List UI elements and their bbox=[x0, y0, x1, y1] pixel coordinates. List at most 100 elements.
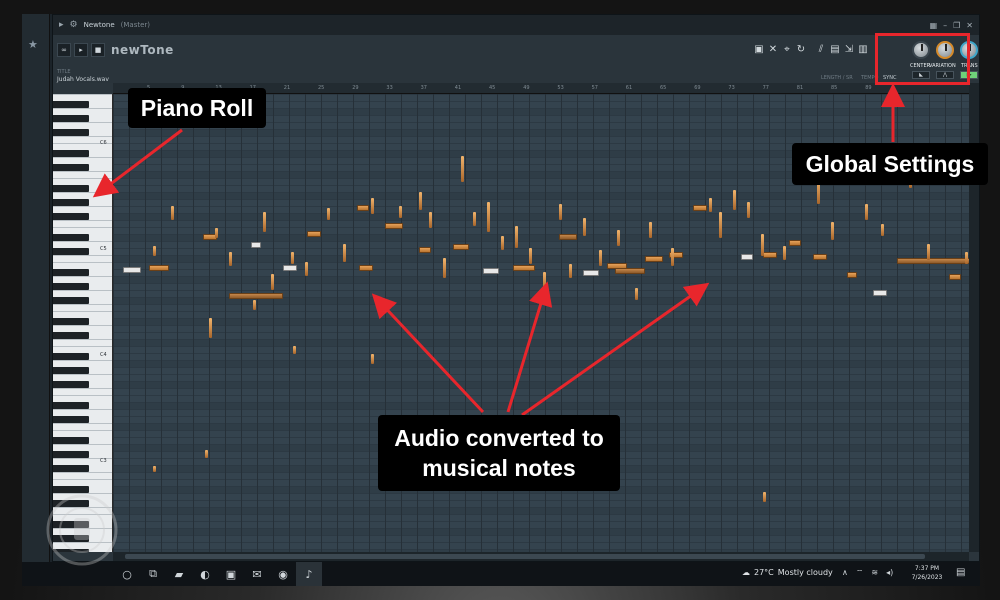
pitch-blob[interactable] bbox=[649, 222, 652, 238]
pitch-blob[interactable] bbox=[559, 204, 562, 220]
file-explorer-icon[interactable]: ▰ bbox=[166, 562, 192, 586]
pitch-blob[interactable] bbox=[965, 252, 968, 264]
edge-icon[interactable]: ◐ bbox=[192, 562, 218, 586]
pitch-blob[interactable] bbox=[881, 224, 884, 236]
pitch-blob[interactable] bbox=[583, 218, 586, 236]
pitch-blob[interactable] bbox=[599, 250, 602, 266]
arrow-right-icon[interactable]: ▸ bbox=[59, 20, 64, 30]
pitch-blob[interactable] bbox=[635, 288, 638, 300]
black-key[interactable] bbox=[53, 269, 89, 276]
pitch-blob[interactable] bbox=[763, 492, 766, 502]
note[interactable] bbox=[419, 247, 431, 253]
note[interactable] bbox=[251, 242, 261, 248]
black-key[interactable] bbox=[53, 185, 89, 192]
black-key[interactable] bbox=[53, 150, 89, 157]
export-icon[interactable]: ⇲ bbox=[843, 43, 855, 55]
pitch-blob[interactable] bbox=[209, 318, 212, 338]
note[interactable] bbox=[483, 268, 499, 274]
pitch-blob[interactable] bbox=[343, 244, 346, 262]
slice-icon[interactable]: ⫽ bbox=[815, 43, 827, 55]
volume-icon[interactable]: ◂) bbox=[886, 568, 893, 578]
pitch-blob[interactable] bbox=[215, 228, 218, 238]
app-icon[interactable]: ◉ bbox=[270, 562, 296, 586]
black-key[interactable] bbox=[53, 465, 89, 472]
pitch-blob[interactable] bbox=[487, 202, 490, 232]
note[interactable] bbox=[897, 258, 969, 264]
gear-icon[interactable]: ⚙ bbox=[70, 20, 78, 30]
black-key[interactable] bbox=[53, 234, 89, 241]
clock[interactable]: 7:37 PM 7/26/2023 bbox=[910, 564, 944, 582]
black-key[interactable] bbox=[53, 248, 89, 255]
star-icon[interactable]: ★ bbox=[28, 38, 38, 51]
loop-button[interactable]: ∞ bbox=[57, 43, 71, 57]
wifi-icon[interactable]: ≋ bbox=[871, 568, 878, 578]
note[interactable] bbox=[789, 240, 801, 246]
scrollbar-thumb[interactable] bbox=[125, 554, 925, 559]
pitch-blob[interactable] bbox=[761, 234, 764, 256]
black-key[interactable] bbox=[53, 115, 89, 122]
pitch-blob[interactable] bbox=[783, 246, 786, 260]
pitch-blob[interactable] bbox=[171, 206, 174, 220]
notification-icon[interactable]: ▤ bbox=[956, 567, 965, 578]
fl-studio-icon[interactable]: ♪ bbox=[296, 562, 322, 586]
pitch-blob[interactable] bbox=[927, 244, 930, 260]
pitch-blob[interactable] bbox=[371, 198, 374, 214]
black-key[interactable] bbox=[53, 318, 89, 325]
pitch-blob[interactable] bbox=[529, 248, 532, 264]
select-icon[interactable]: ⌖ bbox=[781, 43, 793, 55]
black-key[interactable] bbox=[53, 129, 89, 136]
pitch-blob[interactable] bbox=[271, 274, 274, 290]
mail-icon[interactable]: ✉ bbox=[244, 562, 270, 586]
pitch-blob[interactable] bbox=[293, 346, 296, 354]
pitch-blob[interactable] bbox=[747, 202, 750, 218]
pitch-blob[interactable] bbox=[229, 252, 232, 266]
black-key[interactable] bbox=[53, 332, 89, 339]
black-key[interactable] bbox=[53, 297, 89, 304]
note[interactable] bbox=[123, 267, 141, 273]
horizontal-scrollbar[interactable] bbox=[113, 552, 969, 561]
minimize-icon[interactable]: – bbox=[943, 21, 947, 30]
note[interactable] bbox=[385, 223, 403, 229]
black-key[interactable] bbox=[53, 416, 89, 423]
pitch-blob[interactable] bbox=[253, 300, 256, 310]
black-key[interactable] bbox=[53, 283, 89, 290]
note[interactable] bbox=[357, 205, 369, 211]
save-notes-icon[interactable]: ▤ bbox=[829, 43, 841, 55]
pitch-blob[interactable] bbox=[205, 450, 208, 458]
close-icon[interactable]: ✕ bbox=[966, 21, 973, 30]
pitch-blob[interactable] bbox=[501, 236, 504, 250]
note[interactable] bbox=[583, 270, 599, 276]
black-key[interactable] bbox=[53, 213, 89, 220]
pitch-blob[interactable] bbox=[327, 208, 330, 220]
black-key[interactable] bbox=[53, 101, 89, 108]
black-key[interactable] bbox=[53, 353, 89, 360]
note[interactable] bbox=[645, 256, 663, 262]
note[interactable] bbox=[949, 274, 961, 280]
black-key[interactable] bbox=[53, 199, 89, 206]
black-key[interactable] bbox=[53, 402, 89, 409]
black-key[interactable] bbox=[53, 164, 89, 171]
pitch-blob[interactable] bbox=[709, 198, 712, 212]
pitch-blob[interactable] bbox=[153, 246, 156, 256]
save-icon[interactable]: ▣ bbox=[753, 43, 765, 55]
note[interactable] bbox=[283, 265, 297, 271]
restore-icon[interactable]: ❐ bbox=[953, 21, 960, 30]
black-key[interactable] bbox=[53, 451, 89, 458]
pitch-blob[interactable] bbox=[153, 466, 156, 472]
note[interactable] bbox=[149, 265, 169, 271]
refresh-icon[interactable]: ↻ bbox=[795, 43, 807, 55]
stop-button[interactable]: ■ bbox=[91, 43, 105, 57]
piano-keyboard[interactable]: C6 C5 C4 C3 bbox=[53, 94, 113, 552]
note[interactable] bbox=[229, 293, 283, 299]
pitch-blob[interactable] bbox=[543, 272, 546, 290]
pitch-blob[interactable] bbox=[305, 262, 308, 276]
black-key[interactable] bbox=[53, 437, 89, 444]
note[interactable] bbox=[741, 254, 753, 260]
pitch-blob[interactable] bbox=[419, 192, 422, 210]
pitch-blob[interactable] bbox=[865, 204, 868, 220]
grid-icon[interactable]: ▦ bbox=[930, 21, 938, 30]
pitch-blob[interactable] bbox=[399, 206, 402, 218]
note[interactable] bbox=[453, 244, 469, 250]
note[interactable] bbox=[359, 265, 373, 271]
note[interactable] bbox=[615, 268, 645, 274]
